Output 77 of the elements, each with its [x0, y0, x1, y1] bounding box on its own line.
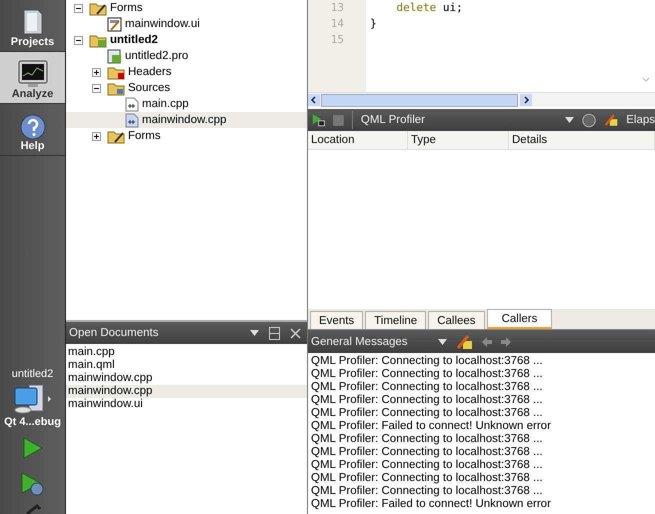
- computer-icon: [12, 382, 52, 416]
- output-message: QML Profiler: Connecting to localhost:3768 ...: [311, 433, 544, 446]
- tab[interactable]: Callees: [428, 311, 485, 329]
- panel-title: Open Documents: [69, 327, 160, 339]
- tool-dropdown[interactable]: QML Profiler: [360, 114, 574, 126]
- close-icon[interactable]: [290, 328, 301, 338]
- document-item[interactable]: mainwindow.ui: [66, 398, 307, 411]
- horizontal-scrollbar[interactable]: [308, 93, 655, 107]
- start-icon[interactable]: [312, 112, 326, 128]
- tree-item[interactable]: untitled2.pro: [66, 48, 307, 64]
- document-item[interactable]: main.qml: [66, 359, 307, 372]
- tree-item[interactable]: main.cpp: [66, 96, 307, 112]
- folder-icon: [89, 32, 107, 48]
- tree-item[interactable]: Headers: [66, 64, 307, 80]
- document-item[interactable]: mainwindow.cpp: [66, 385, 307, 398]
- tab[interactable]: Callers: [486, 309, 552, 329]
- target-selector[interactable]: Qt 4...ebug: [4, 382, 61, 428]
- folder-icon: [107, 128, 125, 144]
- output-message: QML Profiler: Connecting to localhost:3768 ...: [311, 472, 544, 485]
- target-project: untitled2: [12, 368, 54, 380]
- monitor-icon: [18, 60, 48, 88]
- output-message: QML Profiler: Connecting to localhost:3768 ...: [311, 407, 544, 420]
- elapsed-label: Elaps: [626, 114, 655, 126]
- collapse-icon[interactable]: [74, 36, 83, 44]
- tree-item[interactable]: mainwindow.ui: [66, 16, 307, 32]
- output-message: QML Profiler: Connecting to localhost:3768 ...: [311, 446, 544, 459]
- folder-icon: [107, 80, 125, 96]
- scroll-left-icon[interactable]: [308, 94, 320, 106]
- output-message: QML Profiler: Connecting to localhost:3768 ...: [311, 368, 544, 381]
- document-item[interactable]: main.cpp: [66, 346, 307, 359]
- code-line: }: [370, 17, 377, 30]
- form-file-icon: [107, 16, 122, 32]
- tree-item[interactable]: mainwindow.cpp: [66, 112, 307, 128]
- mode-button[interactable]: Analyze: [0, 52, 65, 104]
- line-number: 13: [330, 0, 345, 16]
- line-number: 14: [330, 16, 345, 32]
- output-message: QML Profiler: Connecting to localhost:3768 ...: [311, 394, 544, 407]
- output-message: QML Profiler: Connecting to localhost:3768 ...: [311, 381, 544, 394]
- clear-icon[interactable]: [604, 112, 618, 128]
- caret-icon[interactable]: [438, 338, 447, 344]
- clear-icon[interactable]: [456, 334, 473, 350]
- source-file-icon: [125, 112, 139, 128]
- previous-icon[interactable]: [482, 336, 492, 346]
- tab[interactable]: Timeline: [365, 311, 426, 329]
- output-pane-dropdown[interactable]: General Messages: [311, 336, 447, 348]
- folder-icon: [89, 0, 107, 16]
- scroll-right-icon[interactable]: [520, 94, 532, 106]
- collapse-icon[interactable]: [92, 84, 101, 92]
- project-file-icon: [107, 48, 122, 64]
- code-line: delete ui;: [395, 1, 463, 14]
- mode-button[interactable]: Help: [0, 104, 65, 156]
- output-message: QML Profiler: Failed to connect! Unknown error: [311, 420, 552, 433]
- collapse-icon[interactable]: [74, 4, 83, 12]
- column-header[interactable]: Type: [408, 131, 509, 149]
- help-icon: [20, 114, 46, 140]
- column-header[interactable]: Details: [509, 131, 655, 149]
- output-message: QML Profiler: Connecting to localhost:3768 ...: [311, 355, 544, 368]
- expand-icon[interactable]: [92, 68, 101, 76]
- line-number: 15: [330, 32, 345, 48]
- dropdown-caret-icon[interactable]: [250, 330, 259, 336]
- source-file-icon: [125, 96, 139, 112]
- expand-icon[interactable]: [92, 132, 101, 140]
- output-message: QML Profiler: Connecting to localhost:3768 ...: [311, 459, 544, 472]
- record-icon[interactable]: [582, 112, 596, 128]
- output-message: QML Profiler: Failed to connect! Unknown error: [311, 498, 552, 511]
- split-icon[interactable]: [269, 326, 280, 340]
- document-item[interactable]: mainwindow.cpp: [66, 372, 307, 385]
- tab[interactable]: Events: [310, 311, 364, 329]
- caret-icon[interactable]: [565, 117, 574, 123]
- folder-icon: [107, 64, 125, 80]
- next-icon[interactable]: [500, 336, 511, 346]
- tree-item[interactable]: Forms: [66, 0, 307, 16]
- column-header[interactable]: Location: [308, 131, 408, 149]
- tree-item[interactable]: Sources: [66, 80, 307, 96]
- output-message: QML Profiler: Connecting to localhost:3768 ...: [311, 485, 544, 498]
- tree-item[interactable]: Forms: [66, 128, 307, 144]
- tree-item[interactable]: untitled2: [66, 32, 307, 48]
